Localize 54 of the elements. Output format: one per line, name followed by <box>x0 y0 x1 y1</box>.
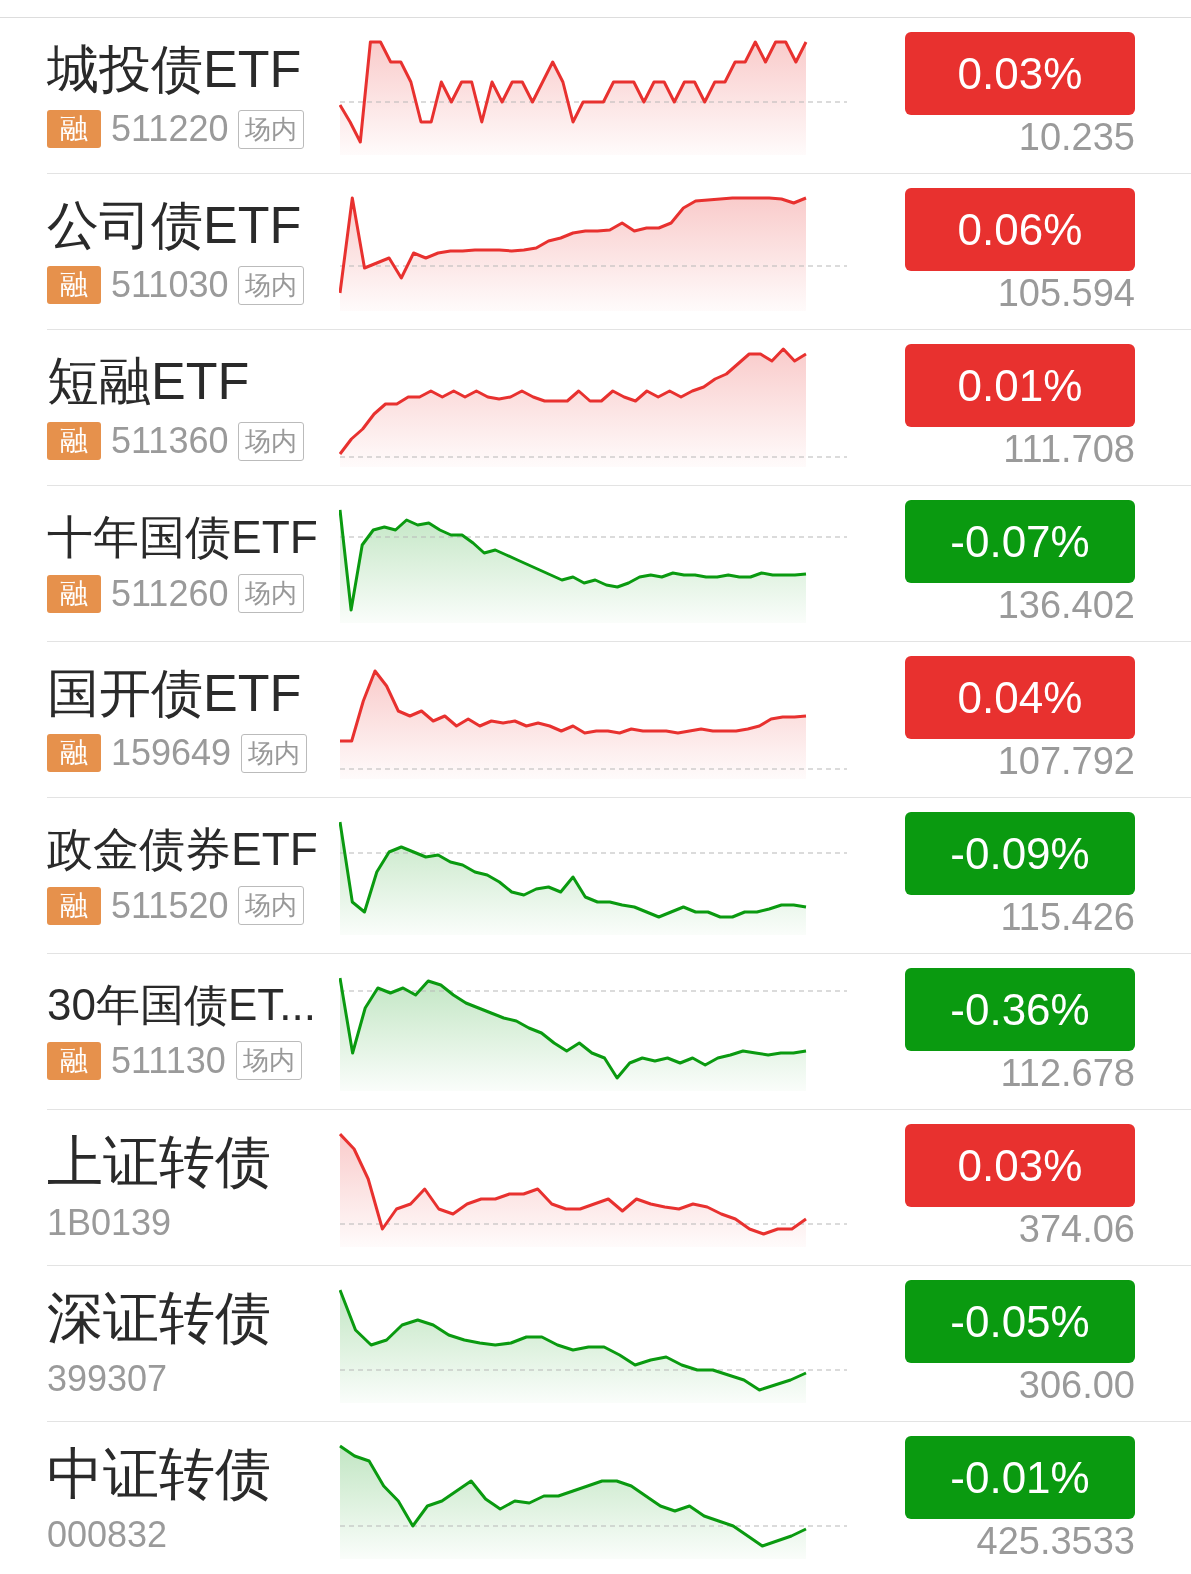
fund-name: 深证转债 <box>47 1286 272 1349</box>
price: 105.594 <box>997 273 1135 315</box>
fund-code: 399307 <box>47 1358 168 1401</box>
fund-name: 国开债ETF <box>47 664 303 723</box>
price: 10.235 <box>1018 117 1135 159</box>
venue-tag: 场内 <box>238 574 305 614</box>
change-badge: -0.09% <box>905 812 1135 896</box>
fund-name: 公司债ETF <box>47 196 303 255</box>
change-badge: 0.01% <box>905 344 1135 428</box>
margin-tag: 融 <box>47 574 101 613</box>
change-badge: -0.01% <box>905 1436 1135 1520</box>
venue-tag: 场内 <box>238 421 305 461</box>
change-badge: -0.07% <box>905 500 1135 584</box>
fund-code: 000832 <box>47 1514 168 1557</box>
venue-tag: 场内 <box>238 265 305 305</box>
price: 112.678 <box>1000 1053 1135 1095</box>
fund-code: 511360 <box>111 420 229 463</box>
fund-code: 511520 <box>111 884 229 927</box>
price: 107.792 <box>997 741 1135 783</box>
margin-tag: 融 <box>47 886 101 925</box>
venue-tag: 场内 <box>235 1041 302 1081</box>
fund-code: 511260 <box>111 572 229 615</box>
price: 306.00 <box>1018 1365 1135 1407</box>
margin-tag: 融 <box>47 110 101 149</box>
margin-tag: 融 <box>47 1041 101 1080</box>
fund-code: 1B0139 <box>47 1202 172 1245</box>
price: 111.708 <box>1003 429 1135 471</box>
fund-name: 十年国债ETF <box>47 512 319 563</box>
change-badge: -0.05% <box>905 1280 1135 1364</box>
fund-name: 30年国债ET... <box>47 981 317 1030</box>
change-badge: 0.04% <box>905 656 1135 740</box>
fund-name: 上证转债 <box>47 1130 272 1193</box>
fund-name: 城投债ETF <box>47 40 303 99</box>
fund-name: 短融ETF <box>47 352 251 411</box>
fund-code: 511030 <box>111 264 229 307</box>
change-badge: 0.06% <box>905 188 1135 272</box>
venue-tag: 场内 <box>238 109 305 149</box>
price: 136.402 <box>997 585 1135 627</box>
change-badge: 0.03% <box>905 32 1135 116</box>
venue-tag: 场内 <box>241 733 308 773</box>
change-badge: -0.36% <box>905 968 1135 1052</box>
fund-code: 511130 <box>111 1039 226 1082</box>
change-badge: 0.03% <box>905 1124 1135 1208</box>
margin-tag: 融 <box>47 422 101 461</box>
fund-code: 511220 <box>111 108 229 151</box>
fund-code: 159649 <box>111 732 232 775</box>
price: 374.06 <box>1018 1209 1135 1251</box>
fund-name: 政金债券ETF <box>47 824 319 875</box>
price: 425.3533 <box>976 1521 1135 1563</box>
fund-name: 中证转债 <box>47 1442 272 1505</box>
margin-tag: 融 <box>47 266 101 305</box>
margin-tag: 融 <box>47 734 101 773</box>
price: 115.426 <box>1000 897 1135 939</box>
venue-tag: 场内 <box>238 886 305 926</box>
